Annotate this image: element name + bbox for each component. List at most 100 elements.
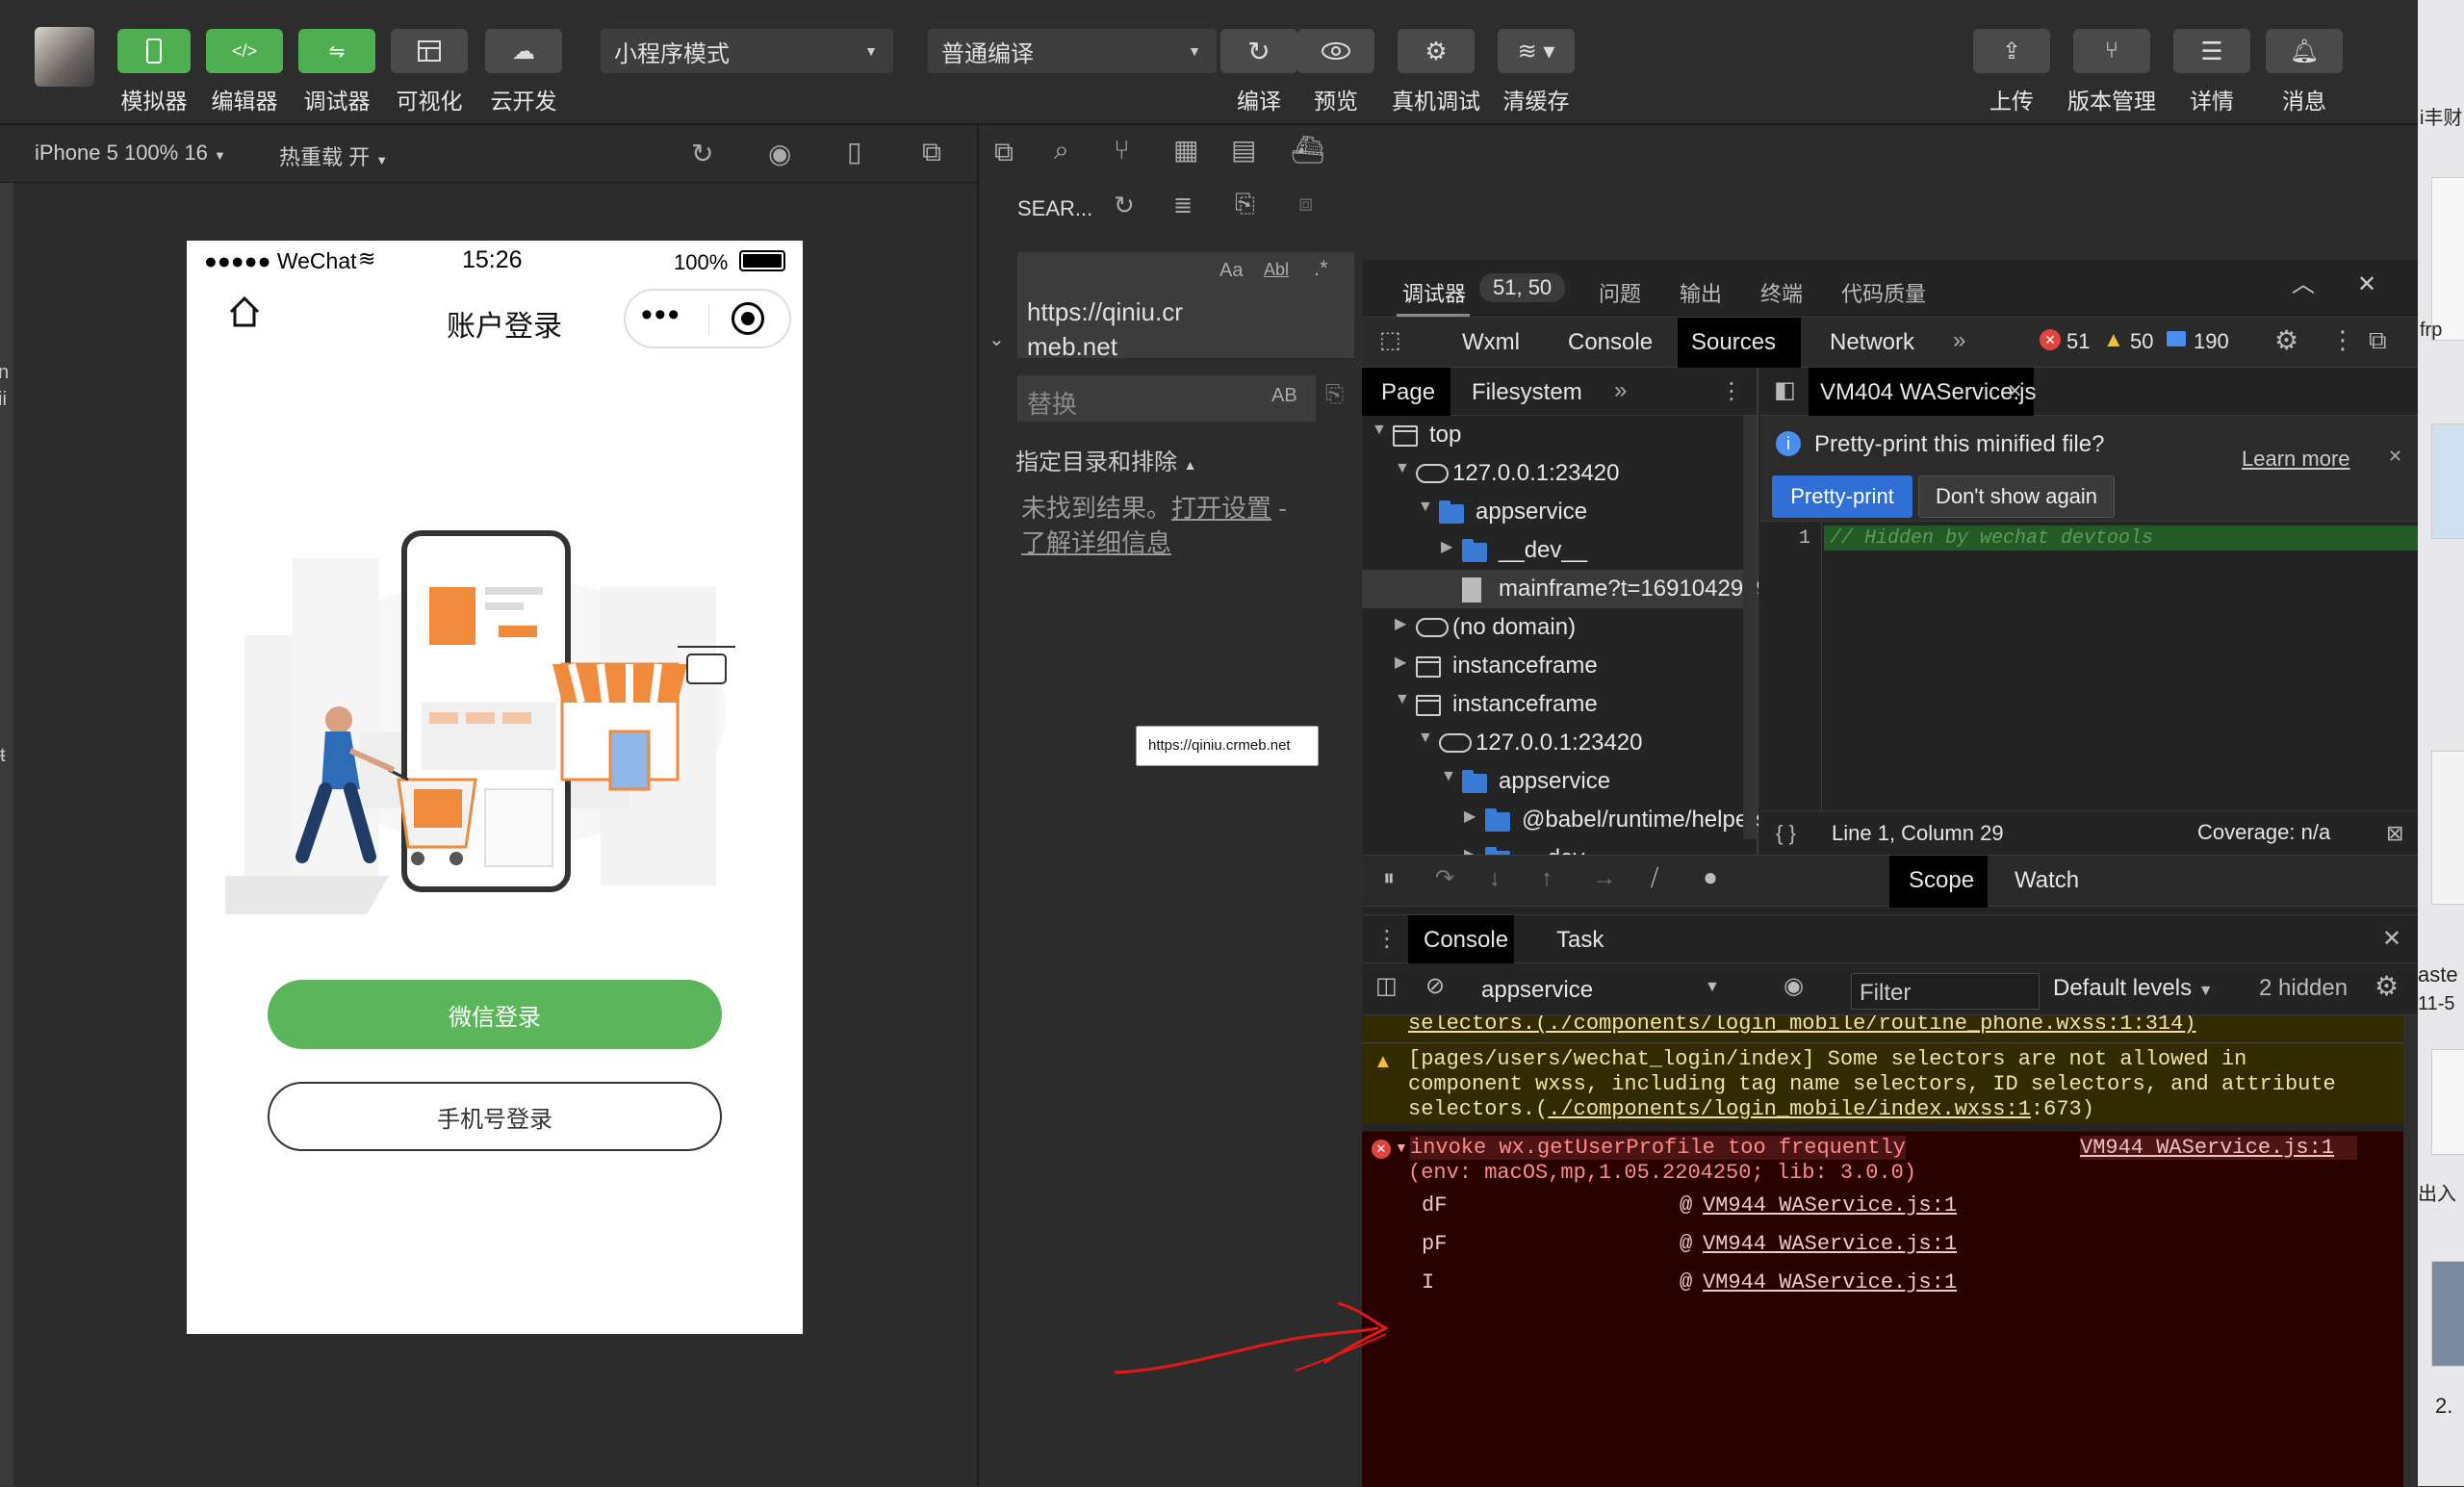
tab-output[interactable]: 输出	[1680, 277, 1722, 308]
pause-icon[interactable]: ⏸︎	[1383, 867, 1395, 890]
triangle-down-icon[interactable]: ▼	[1395, 460, 1410, 477]
compile-select[interactable]: 普通编译 ▼	[928, 29, 1217, 73]
tab-filesystem[interactable]: Filesystem	[1472, 379, 1582, 406]
stack-source-link[interactable]: VM944 WAService.js:1	[1703, 1270, 1957, 1295]
cloud-dev-button[interactable]: ☁	[485, 29, 562, 73]
console-settings-icon[interactable]: ⚙	[2374, 973, 2399, 1000]
triangle-right-icon[interactable]: ▶	[1464, 845, 1476, 855]
tab-network[interactable]: Network	[1830, 329, 1914, 356]
more-nav-tabs-icon[interactable]: »	[1614, 377, 1627, 404]
chevron-down-icon[interactable]: ⌄	[988, 327, 1005, 351]
visual-toggle-button[interactable]	[391, 29, 468, 73]
device-select[interactable]: iPhone 5 100% 16 ▼	[35, 141, 226, 166]
stack-source-link[interactable]: VM944 WAService.js:1	[1703, 1193, 1957, 1218]
step-icon[interactable]: →	[1593, 867, 1616, 890]
error-count[interactable]: 51	[2066, 329, 2090, 354]
pretty-print-toggle-icon[interactable]: { }	[1776, 821, 1796, 846]
storage-icon[interactable]: ▤	[1231, 137, 1256, 164]
regex-toggle[interactable]: .*	[1314, 256, 1328, 281]
refresh-search-icon[interactable]: ↻	[1114, 192, 1135, 218]
rotate-icon[interactable]: ↻	[691, 141, 713, 167]
stack-source-link[interactable]: VM944 WAService.js:1	[1703, 1232, 1957, 1256]
tab-watch[interactable]: Watch	[2015, 867, 2079, 894]
warning-count[interactable]: 50	[2130, 329, 2153, 354]
tree-row[interactable]: ▶ __dev__	[1362, 531, 1758, 570]
tree-row[interactable]: ▼ instanceframe	[1362, 685, 1758, 724]
tree-row[interactable]: mainframe?t=1691042999	[1362, 570, 1758, 608]
replace-input[interactable]: 替换 AB	[1017, 375, 1316, 422]
tree-scrollbar[interactable]	[1743, 416, 1757, 839]
tree-row[interactable]: ▼ appservice	[1362, 493, 1758, 531]
step-out-icon[interactable]: ↑	[1541, 867, 1553, 890]
expand-triangle-icon[interactable]: ▼	[1395, 1140, 1408, 1155]
extensions-icon[interactable]: ▦	[1173, 137, 1198, 164]
pause-on-exceptions-icon[interactable]: ⏺︎	[1705, 867, 1716, 890]
detach-window-icon[interactable]: ⧉	[922, 139, 941, 166]
tab-issues[interactable]: 问题	[1599, 277, 1641, 308]
messages-button[interactable]: 🔔︎	[2266, 29, 2343, 73]
tab-task[interactable]: Task	[1556, 927, 1604, 954]
triangle-down-icon[interactable]: ▼	[1418, 730, 1433, 747]
compile-button[interactable]: ↻	[1220, 29, 1297, 73]
sidebar-toggle-icon[interactable]: ◫	[1375, 975, 1398, 998]
default-levels-select[interactable]: Default levels ▼	[2053, 975, 2214, 1002]
search-input[interactable]: Aa Abl .* https://qiniu.cr meb.net	[1017, 252, 1354, 361]
filter-input[interactable]: Filter	[1851, 973, 2040, 1010]
toggle-navigator-icon[interactable]: ◧	[1774, 379, 1796, 402]
remote-debug-button[interactable]: ⚙	[1398, 29, 1475, 73]
triangle-down-icon[interactable]: ▼	[1418, 499, 1433, 516]
dont-show-again-button[interactable]: Don't show again	[1918, 475, 2115, 518]
tree-row[interactable]: ▼ 127.0.0.1:23420	[1362, 724, 1758, 762]
triangle-down-icon[interactable]: ▼	[1441, 768, 1456, 785]
step-into-icon[interactable]: ↓	[1489, 867, 1501, 890]
tree-row[interactable]: ▶ (no domain)	[1362, 608, 1758, 647]
new-search-editor-icon[interactable]: ⎘	[1235, 191, 1255, 216]
triangle-right-icon[interactable]: ▶	[1441, 537, 1452, 556]
preserve-case-toggle[interactable]: AB	[1271, 385, 1297, 407]
triangle-down-icon[interactable]: ▼	[1395, 691, 1410, 708]
clear-results-icon[interactable]: ≣	[1173, 194, 1193, 218]
context-select[interactable]: appservice ▼	[1474, 971, 1733, 1008]
mode-select[interactable]: 小程序模式 ▼	[601, 29, 893, 73]
tree-row[interactable]: ▼ 127.0.0.1:23420	[1362, 454, 1758, 493]
eye-icon[interactable]: ◉	[1784, 975, 1804, 998]
step-over-icon[interactable]: ↷	[1435, 867, 1454, 890]
tab-wxml[interactable]: Wxml	[1462, 329, 1520, 356]
simulator-toggle-button[interactable]	[117, 29, 191, 73]
upload-button[interactable]: ⇪	[1973, 29, 2050, 73]
triangle-down-icon[interactable]: ▼	[1372, 422, 1387, 439]
close-drawer-icon[interactable]: ✕	[2382, 925, 2401, 953]
hot-reload-select[interactable]: 热重载 开 ▼	[279, 141, 388, 171]
chevron-up-icon[interactable]: ︿	[2292, 273, 2315, 296]
clear-cache-button[interactable]: ≋ ▾	[1498, 29, 1575, 73]
tab-sources-active[interactable]: Sources	[1678, 318, 1801, 368]
version-button[interactable]: ⑂	[2073, 29, 2150, 73]
more-tabs-icon[interactable]: »	[1953, 327, 1965, 354]
replace-all-icon[interactable]: ⎘	[1325, 383, 1344, 406]
tree-row[interactable]: ▶ instanceframe	[1362, 647, 1758, 685]
coverage-icon[interactable]: ⊠	[2386, 821, 2403, 846]
dock-side-icon[interactable]: ⧉	[2369, 327, 2387, 352]
avatar[interactable]	[35, 27, 94, 87]
details-button[interactable]: ☰	[2173, 29, 2250, 73]
open-settings-link[interactable]: 打开设置	[1171, 494, 1271, 523]
match-case-toggle[interactable]: Aa	[1219, 260, 1243, 282]
info-count[interactable]: 190	[2194, 329, 2229, 354]
preview-button[interactable]	[1297, 29, 1374, 73]
tree-row[interactable]: ▶ @babel/runtime/helpers	[1362, 801, 1758, 839]
close-tab-icon[interactable]: ✕	[2007, 379, 2023, 403]
triangle-right-icon[interactable]: ▶	[1395, 653, 1406, 672]
include-exclude-toggle[interactable]: 指定目录和排除 ▲	[1015, 443, 1197, 476]
copy-icon[interactable]: ⧉	[994, 139, 1014, 166]
triangle-right-icon[interactable]: ▶	[1395, 614, 1406, 633]
tab-debugger[interactable]: 调试器	[1402, 277, 1466, 308]
tab-terminal[interactable]: 终端	[1760, 277, 1803, 308]
clear-console-icon[interactable]: ⊘	[1425, 975, 1445, 998]
close-infobar-icon[interactable]: ✕	[2388, 447, 2402, 467]
more-vertical-icon[interactable]: ⋮	[2330, 327, 2355, 352]
editor-toggle-button[interactable]: </>	[206, 29, 283, 73]
source-control-icon[interactable]: ⑂	[1114, 137, 1130, 164]
wechat-login-button[interactable]: 微信登录	[268, 980, 722, 1049]
tab-scope[interactable]: Scope	[1889, 856, 1988, 908]
match-word-toggle[interactable]: Abl	[1264, 260, 1289, 280]
